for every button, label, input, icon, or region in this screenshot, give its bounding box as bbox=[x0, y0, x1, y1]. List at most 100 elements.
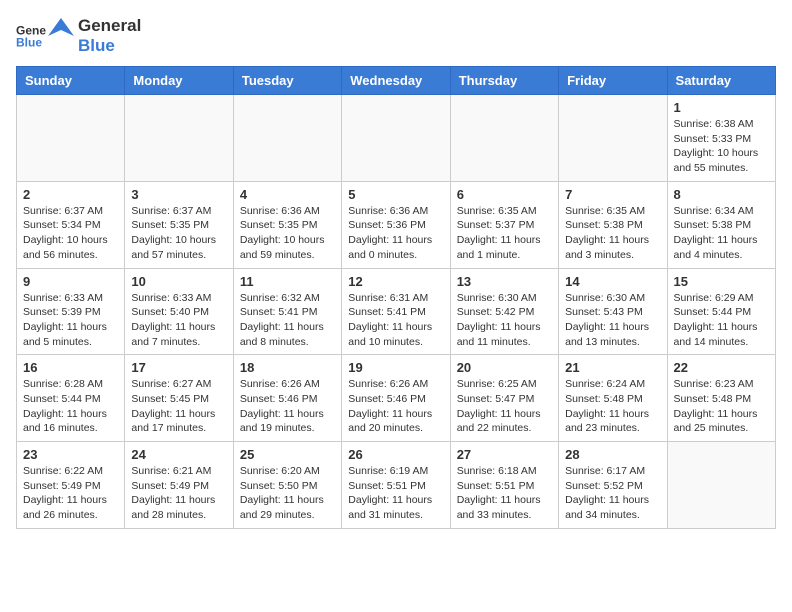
day-cell: 13 Sunrise: 6:30 AM Sunset: 5:42 PM Dayli… bbox=[450, 268, 558, 355]
day-info: Sunrise: 6:27 AM Sunset: 5:45 PM Dayligh… bbox=[131, 377, 226, 436]
day-number: 15 bbox=[674, 274, 769, 289]
day-cell: 11 Sunrise: 6:32 AM Sunset: 5:41 PM Dayli… bbox=[233, 268, 341, 355]
day-info: Sunrise: 6:34 AM Sunset: 5:38 PM Dayligh… bbox=[674, 204, 769, 263]
day-info: Sunrise: 6:31 AM Sunset: 5:41 PM Dayligh… bbox=[348, 291, 443, 350]
day-info: Sunrise: 6:21 AM Sunset: 5:49 PM Dayligh… bbox=[131, 464, 226, 523]
day-number: 13 bbox=[457, 274, 552, 289]
day-number: 17 bbox=[131, 360, 226, 375]
day-cell: 15 Sunrise: 6:29 AM Sunset: 5:44 PM Dayli… bbox=[667, 268, 775, 355]
day-cell: 4 Sunrise: 6:36 AM Sunset: 5:35 PM Daylig… bbox=[233, 181, 341, 268]
day-cell: 21Sunrise: 6:24 AM Sunset: 5:48 PM Dayli… bbox=[559, 355, 667, 442]
week-row-1: 1Sunrise: 6:38 AM Sunset: 5:33 PM Daylig… bbox=[17, 95, 776, 182]
day-info: Sunrise: 6:17 AM Sunset: 5:52 PM Dayligh… bbox=[565, 464, 660, 523]
day-cell: 24 Sunrise: 6:21 AM Sunset: 5:49 PM Dayli… bbox=[125, 442, 233, 529]
logo-general-text: General bbox=[78, 16, 141, 35]
day-cell: 3Sunrise: 6:37 AM Sunset: 5:35 PM Daylig… bbox=[125, 181, 233, 268]
day-info: Sunrise: 6:36 AM Sunset: 5:35 PM Dayligh… bbox=[240, 204, 335, 263]
day-info: Sunrise: 6:30 AM Sunset: 5:42 PM Dayligh… bbox=[457, 291, 552, 350]
day-number: 18 bbox=[240, 360, 335, 375]
day-number: 2 bbox=[23, 187, 118, 202]
day-cell: 14Sunrise: 6:30 AM Sunset: 5:43 PM Dayli… bbox=[559, 268, 667, 355]
day-cell: 17 Sunrise: 6:27 AM Sunset: 5:45 PM Dayli… bbox=[125, 355, 233, 442]
week-row-5: 23 Sunrise: 6:22 AM Sunset: 5:49 PM Dayli… bbox=[17, 442, 776, 529]
day-number: 19 bbox=[348, 360, 443, 375]
weekday-header-sunday: Sunday bbox=[17, 67, 125, 95]
day-cell: 2 Sunrise: 6:37 AM Sunset: 5:34 PM Daylig… bbox=[17, 181, 125, 268]
day-info: Sunrise: 6:38 AM Sunset: 5:33 PM Dayligh… bbox=[674, 117, 769, 176]
day-cell: 16 Sunrise: 6:28 AM Sunset: 5:44 PM Dayli… bbox=[17, 355, 125, 442]
day-info: Sunrise: 6:26 AM Sunset: 5:46 PM Dayligh… bbox=[240, 377, 335, 436]
day-cell: 1Sunrise: 6:38 AM Sunset: 5:33 PM Daylig… bbox=[667, 95, 775, 182]
day-cell: 23 Sunrise: 6:22 AM Sunset: 5:49 PM Dayli… bbox=[17, 442, 125, 529]
day-cell: 26Sunrise: 6:19 AM Sunset: 5:51 PM Dayli… bbox=[342, 442, 450, 529]
day-number: 21 bbox=[565, 360, 660, 375]
day-number: 22 bbox=[674, 360, 769, 375]
day-cell: 18 Sunrise: 6:26 AM Sunset: 5:46 PM Dayli… bbox=[233, 355, 341, 442]
day-cell bbox=[450, 95, 558, 182]
day-cell: 28 Sunrise: 6:17 AM Sunset: 5:52 PM Dayli… bbox=[559, 442, 667, 529]
week-row-2: 2 Sunrise: 6:37 AM Sunset: 5:34 PM Daylig… bbox=[17, 181, 776, 268]
day-info: Sunrise: 6:35 AM Sunset: 5:37 PM Dayligh… bbox=[457, 204, 552, 263]
day-number: 5 bbox=[348, 187, 443, 202]
day-info: Sunrise: 6:18 AM Sunset: 5:51 PM Dayligh… bbox=[457, 464, 552, 523]
weekday-header-thursday: Thursday bbox=[450, 67, 558, 95]
week-row-4: 16 Sunrise: 6:28 AM Sunset: 5:44 PM Dayli… bbox=[17, 355, 776, 442]
day-number: 27 bbox=[457, 447, 552, 462]
day-cell bbox=[17, 95, 125, 182]
day-cell: 5 Sunrise: 6:36 AM Sunset: 5:36 PM Daylig… bbox=[342, 181, 450, 268]
day-cell: 22 Sunrise: 6:23 AM Sunset: 5:48 PM Dayli… bbox=[667, 355, 775, 442]
day-info: Sunrise: 6:26 AM Sunset: 5:46 PM Dayligh… bbox=[348, 377, 443, 436]
day-cell: 12 Sunrise: 6:31 AM Sunset: 5:41 PM Dayli… bbox=[342, 268, 450, 355]
weekday-header-wednesday: Wednesday bbox=[342, 67, 450, 95]
day-cell: 19 Sunrise: 6:26 AM Sunset: 5:46 PM Dayli… bbox=[342, 355, 450, 442]
day-info: Sunrise: 6:36 AM Sunset: 5:36 PM Dayligh… bbox=[348, 204, 443, 263]
day-info: Sunrise: 6:33 AM Sunset: 5:39 PM Dayligh… bbox=[23, 291, 118, 350]
day-info: Sunrise: 6:37 AM Sunset: 5:34 PM Dayligh… bbox=[23, 204, 118, 263]
week-row-3: 9 Sunrise: 6:33 AM Sunset: 5:39 PM Daylig… bbox=[17, 268, 776, 355]
day-number: 6 bbox=[457, 187, 552, 202]
day-info: Sunrise: 6:25 AM Sunset: 5:47 PM Dayligh… bbox=[457, 377, 552, 436]
day-cell: 25 Sunrise: 6:20 AM Sunset: 5:50 PM Dayli… bbox=[233, 442, 341, 529]
day-cell bbox=[559, 95, 667, 182]
day-number: 11 bbox=[240, 274, 335, 289]
day-cell: 8Sunrise: 6:34 AM Sunset: 5:38 PM Daylig… bbox=[667, 181, 775, 268]
day-info: Sunrise: 6:20 AM Sunset: 5:50 PM Dayligh… bbox=[240, 464, 335, 523]
day-cell bbox=[125, 95, 233, 182]
day-info: Sunrise: 6:29 AM Sunset: 5:44 PM Dayligh… bbox=[674, 291, 769, 350]
day-cell: 9 Sunrise: 6:33 AM Sunset: 5:39 PM Daylig… bbox=[17, 268, 125, 355]
logo-bird-icon bbox=[48, 18, 74, 54]
logo-icon: General Blue bbox=[16, 21, 46, 51]
weekday-header-row: SundayMondayTuesdayWednesdayThursdayFrid… bbox=[17, 67, 776, 95]
day-cell: 10 Sunrise: 6:33 AM Sunset: 5:40 PM Dayli… bbox=[125, 268, 233, 355]
day-number: 4 bbox=[240, 187, 335, 202]
day-number: 16 bbox=[23, 360, 118, 375]
day-number: 23 bbox=[23, 447, 118, 462]
day-number: 3 bbox=[131, 187, 226, 202]
day-info: Sunrise: 6:33 AM Sunset: 5:40 PM Dayligh… bbox=[131, 291, 226, 350]
day-info: Sunrise: 6:23 AM Sunset: 5:48 PM Dayligh… bbox=[674, 377, 769, 436]
logo-blue-text: Blue bbox=[78, 36, 115, 55]
day-number: 28 bbox=[565, 447, 660, 462]
day-cell: 20Sunrise: 6:25 AM Sunset: 5:47 PM Dayli… bbox=[450, 355, 558, 442]
day-number: 24 bbox=[131, 447, 226, 462]
weekday-header-monday: Monday bbox=[125, 67, 233, 95]
day-cell bbox=[233, 95, 341, 182]
day-info: Sunrise: 6:19 AM Sunset: 5:51 PM Dayligh… bbox=[348, 464, 443, 523]
day-info: Sunrise: 6:30 AM Sunset: 5:43 PM Dayligh… bbox=[565, 291, 660, 350]
day-number: 7 bbox=[565, 187, 660, 202]
day-number: 25 bbox=[240, 447, 335, 462]
day-number: 10 bbox=[131, 274, 226, 289]
day-cell: 6 Sunrise: 6:35 AM Sunset: 5:37 PM Daylig… bbox=[450, 181, 558, 268]
svg-text:Blue: Blue bbox=[16, 36, 42, 50]
day-info: Sunrise: 6:28 AM Sunset: 5:44 PM Dayligh… bbox=[23, 377, 118, 436]
page-header: General Blue General Blue bbox=[16, 16, 776, 56]
day-number: 12 bbox=[348, 274, 443, 289]
day-cell: 27 Sunrise: 6:18 AM Sunset: 5:51 PM Dayli… bbox=[450, 442, 558, 529]
day-info: Sunrise: 6:22 AM Sunset: 5:49 PM Dayligh… bbox=[23, 464, 118, 523]
day-number: 9 bbox=[23, 274, 118, 289]
logo: General Blue General Blue bbox=[16, 16, 141, 56]
weekday-header-tuesday: Tuesday bbox=[233, 67, 341, 95]
day-cell bbox=[667, 442, 775, 529]
day-info: Sunrise: 6:32 AM Sunset: 5:41 PM Dayligh… bbox=[240, 291, 335, 350]
weekday-header-friday: Friday bbox=[559, 67, 667, 95]
